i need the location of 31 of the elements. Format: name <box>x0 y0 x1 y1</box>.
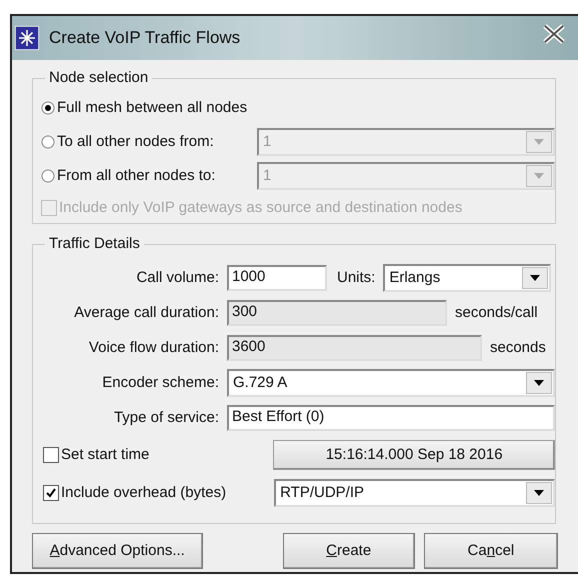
star-icon <box>15 26 39 50</box>
unit-label: seconds <box>490 338 546 358</box>
field-label: Units: <box>337 268 376 288</box>
dialog-button[interactable]: Create <box>282 533 415 569</box>
start-time-button[interactable]: 15:16:14.000 Sep 18 2016 <box>273 440 555 470</box>
radio-label: Full mesh between all nodes <box>57 98 248 118</box>
checkbox[interactable] <box>43 485 59 501</box>
radio-label: To all other nodes from: <box>57 132 215 152</box>
input-field[interactable]: Best Effort (0) <box>227 405 555 431</box>
input-field[interactable]: 1000 <box>227 265 327 291</box>
field-label: Type of service: <box>112 408 220 428</box>
radio-button[interactable] <box>41 101 55 115</box>
field-label: Encoder scheme: <box>101 372 220 393</box>
field-label: Call volume: <box>135 268 220 288</box>
close-icon <box>541 24 567 44</box>
checkbox-label: Set start time <box>61 444 150 465</box>
dropdown[interactable]: Erlangs <box>383 264 552 292</box>
checkbox[interactable] <box>43 447 59 463</box>
checkbox-label: Include only VoIP gateways as source and destination nodes <box>59 198 462 218</box>
radio-button[interactable] <box>41 135 55 149</box>
window-title: Create VoIP Traffic Flows <box>49 27 240 50</box>
radio-label: From all other nodes to: <box>57 166 216 186</box>
dropdown[interactable]: RTP/UDP/IP <box>274 479 555 507</box>
dropdown[interactable]: G.729 A <box>227 369 555 397</box>
dialog-button[interactable]: Cancel <box>424 533 558 569</box>
field-label: Voice flow duration: <box>88 338 220 358</box>
radio-button[interactable] <box>41 169 55 183</box>
checkbox-label: Include overhead (bytes) <box>61 482 228 503</box>
dialog-button[interactable]: Advanced Options... <box>32 533 203 569</box>
field-label: Average call duration: <box>73 302 220 323</box>
unit-label: seconds/call <box>455 302 538 323</box>
